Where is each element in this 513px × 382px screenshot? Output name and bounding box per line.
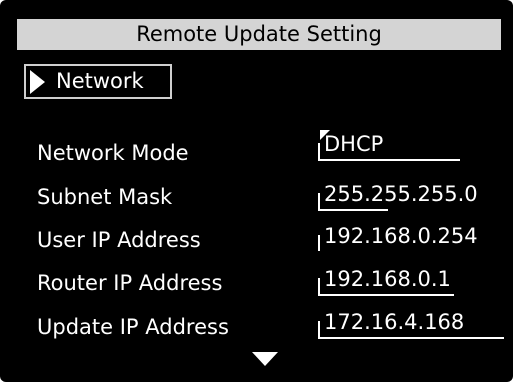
triangle-right-icon xyxy=(30,70,45,94)
field-tick xyxy=(318,193,320,209)
user-ip-address-field[interactable]: 192.168.0.254 xyxy=(318,223,503,253)
user-ip-address-label: User IP Address xyxy=(37,228,201,252)
router-ip-address-field[interactable]: 192.168.0.1 xyxy=(318,266,503,296)
user-ip-address-value: 192.168.0.254 xyxy=(324,224,478,248)
update-ip-address-field[interactable]: 172.16.4.168 xyxy=(318,309,504,339)
update-ip-address-value: 172.16.4.168 xyxy=(324,310,465,334)
network-mode-field[interactable]: DHCP xyxy=(318,131,503,161)
network-mode-label: Network Mode xyxy=(37,141,189,165)
tab-network-label: Network xyxy=(56,69,144,93)
router-ip-address-label: Router IP Address xyxy=(37,271,223,295)
field-underline xyxy=(318,209,388,211)
subnet-mask-label: Subnet Mask xyxy=(37,185,173,209)
field-tick xyxy=(318,321,320,337)
triangle-down-icon[interactable] xyxy=(252,352,278,366)
tab-network[interactable]: Network xyxy=(24,64,172,99)
remote-update-screen: Remote Update Setting Network Network Mo… xyxy=(0,0,513,382)
field-underline xyxy=(318,159,460,161)
subnet-mask-value: 255.255.255.0 xyxy=(324,182,478,206)
field-underline xyxy=(318,294,454,296)
page-title: Remote Update Setting xyxy=(17,19,501,50)
field-tick xyxy=(318,235,320,251)
update-ip-address-label: Update IP Address xyxy=(37,315,229,339)
field-underline xyxy=(318,337,504,339)
field-tick xyxy=(318,278,320,294)
router-ip-address-value: 192.168.0.1 xyxy=(324,267,451,291)
field-tick xyxy=(318,143,320,159)
subnet-mask-field[interactable]: 255.255.255.0 xyxy=(318,181,503,211)
network-mode-value: DHCP xyxy=(324,132,384,156)
